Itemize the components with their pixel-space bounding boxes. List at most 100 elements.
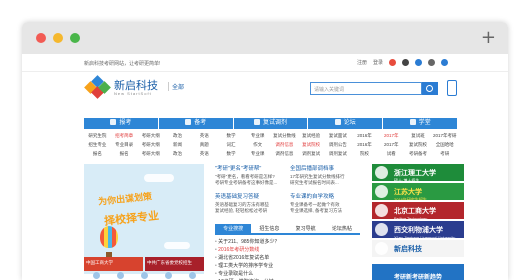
login-link[interactable]: 登录 bbox=[373, 59, 383, 66]
article-title[interactable]: 英语基础复习答疑 bbox=[215, 192, 285, 200]
browser-titlebar: + bbox=[22, 22, 508, 54]
quick-link[interactable]: 考研大纲 bbox=[180, 272, 204, 280]
search-input[interactable]: 请输入关键词 bbox=[310, 82, 422, 95]
sub-nav-link[interactable]: 报名 bbox=[111, 151, 138, 157]
quick-link[interactable]: 招生简章 bbox=[156, 272, 180, 280]
sub-nav-row: 招生专业 专业目录 考研大纲 新闻 真题 词汇 作文 调剂信息 复试院校 调剂公告 2016年 201… bbox=[84, 140, 458, 149]
sub-nav-link[interactable]: 专业目录 bbox=[111, 142, 138, 148]
sub-nav-link[interactable]: 考研大纲 bbox=[137, 151, 164, 157]
news-item[interactable]: 专业录取是什么 bbox=[215, 270, 360, 278]
university-ad[interactable]: 浙江理工大学 硕士·博士招生 bbox=[372, 164, 464, 181]
university-ad[interactable]: 北京工商大学 Beijing Technology bbox=[372, 202, 464, 219]
sub-nav-link[interactable]: 作文 bbox=[244, 142, 271, 148]
sub-nav-link[interactable]: 复试班 bbox=[405, 133, 432, 139]
article-line: 研究生考试报名时间表... bbox=[290, 180, 339, 185]
close-window-button[interactable] bbox=[36, 33, 46, 43]
sub-nav-link[interactable]: 研究生院 bbox=[84, 133, 111, 139]
sub-nav-link[interactable]: 政治 bbox=[164, 133, 191, 139]
sub-nav-link[interactable]: 报名 bbox=[84, 151, 111, 157]
sub-nav-link[interactable]: 调剂信息 bbox=[271, 151, 298, 157]
sub-nav-link[interactable]: 2016年 bbox=[351, 133, 378, 139]
sub-nav-link[interactable]: 英语 bbox=[191, 133, 218, 139]
sub-nav-link[interactable]: 新闻 bbox=[164, 142, 191, 148]
sub-nav-link[interactable]: 2017年 bbox=[378, 142, 405, 148]
sub-nav-link[interactable]: 考研大纲 bbox=[137, 133, 164, 139]
quick-link[interactable]: 院校查询 bbox=[84, 272, 108, 280]
university-ad[interactable]: 西交利物浦大学 Xi'an Jiaotong-Liverpool Universi… bbox=[372, 221, 464, 238]
tab-major-search[interactable]: 专业搜搜 bbox=[215, 224, 252, 233]
news-item[interactable]: 关于211、985你知道多少？ bbox=[215, 238, 360, 246]
sub-nav-link[interactable]: 调剂复试 bbox=[298, 151, 325, 157]
search-button[interactable] bbox=[422, 82, 438, 95]
category-dropdown[interactable]: 全部 bbox=[168, 82, 184, 91]
sub-nav-link[interactable]: 考研 bbox=[431, 151, 458, 157]
news-item[interactable]: 湖北省2016年复试名单 bbox=[215, 254, 360, 262]
sub-nav-link[interactable]: 全国哈哈 bbox=[431, 142, 458, 148]
tab-enrollment[interactable]: 招生信息 bbox=[251, 224, 287, 233]
app-icon[interactable] bbox=[415, 59, 422, 66]
apple-icon[interactable] bbox=[428, 59, 435, 66]
news-item[interactable]: 2016年考研分数线 bbox=[215, 246, 360, 254]
sub-nav-link[interactable]: 考研大纲 bbox=[137, 142, 164, 148]
nav-item-school[interactable]: 学堂 bbox=[383, 118, 458, 129]
university-subtitle: Xi'an Jiaotong-Liverpool University bbox=[394, 235, 456, 238]
logo-icon[interactable] bbox=[84, 75, 112, 99]
promo-tile[interactable]: 中国工商大学 bbox=[84, 257, 143, 271]
article-block[interactable]: 英语基础复习答疑 英语基础复习的方法有哪些 复试经验, 轻轻松松过考研 bbox=[215, 192, 285, 214]
nav-item-baokao[interactable]: 报考 bbox=[84, 118, 159, 129]
register-link[interactable]: 注册 bbox=[357, 59, 367, 66]
quick-link[interactable]: 专业查询 bbox=[132, 272, 156, 280]
sub-nav-link[interactable]: 院校 bbox=[351, 151, 378, 157]
sub-nav-link[interactable]: 复试院校 bbox=[405, 142, 432, 148]
weibo-icon[interactable] bbox=[389, 59, 396, 66]
quick-link-icon bbox=[116, 272, 124, 279]
sub-nav-link[interactable]: 招考简章 bbox=[111, 133, 138, 139]
article-block[interactable]: 全国后播部调档事 17年研究生复试分数线排行 研究生考试报名时间表... bbox=[290, 164, 360, 186]
qq-icon[interactable] bbox=[402, 59, 409, 66]
sub-nav-link[interactable]: 政治 bbox=[164, 151, 191, 157]
cloud-decoration bbox=[144, 174, 174, 182]
article-block[interactable]: "考研"更名"考研帮" "考研"更名，看看考研是怎样? 考研专业考研备考这事好像… bbox=[215, 164, 285, 186]
minimize-window-button[interactable] bbox=[53, 33, 63, 43]
sub-nav-link[interactable]: 英语 bbox=[191, 151, 218, 157]
tab-review[interactable]: 复习导航 bbox=[288, 224, 324, 233]
sub-nav-link[interactable]: 2017年考研 bbox=[431, 133, 458, 139]
university-ad[interactable]: 新启科技 bbox=[372, 240, 464, 257]
sub-nav-link[interactable]: 专业课 bbox=[244, 151, 271, 157]
nav-item-beikao[interactable]: 备考 bbox=[158, 118, 234, 129]
university-ad[interactable]: 江苏大学 2016年研究生招生 bbox=[372, 183, 464, 200]
sub-nav-link[interactable]: 考研备考 bbox=[405, 151, 432, 157]
mobile-icon[interactable] bbox=[447, 80, 457, 96]
sub-nav-link[interactable]: 招生专业 bbox=[84, 142, 111, 148]
sub-nav-link[interactable]: 复试分数线 bbox=[271, 133, 298, 139]
sub-nav-link[interactable]: 数学 bbox=[218, 151, 245, 157]
promo-tile[interactable]: 中共广东省委党校招生 bbox=[145, 257, 204, 271]
nav-label: 报考 bbox=[119, 120, 132, 126]
sub-nav-link[interactable]: 真题 bbox=[191, 142, 218, 148]
article-title[interactable]: 全国后播部调档事 bbox=[290, 164, 360, 172]
nav-item-fushi[interactable]: 复试调剂 bbox=[233, 118, 309, 129]
phone-icon[interactable] bbox=[441, 59, 448, 66]
sub-nav-link[interactable]: 调剂公告 bbox=[324, 142, 351, 148]
article-block[interactable]: 专业课的自学攻略 专业课备考一起做个有效 专业课选择, 备考复习方法 bbox=[290, 192, 360, 214]
news-item[interactable]: 理工类大学的排序学专业 bbox=[215, 262, 360, 270]
article-title[interactable]: 专业课的自学攻略 bbox=[290, 192, 360, 200]
sub-nav-link[interactable]: 数学 bbox=[218, 133, 245, 139]
article-title[interactable]: "考研"更名"考研帮" bbox=[215, 164, 285, 172]
sub-nav-link[interactable]: 试看 bbox=[378, 151, 405, 157]
sub-nav-link[interactable]: 2016年 bbox=[351, 142, 378, 148]
trend-report-banner[interactable]: 考研新考研新趋势首份新生代考研研究报告 bbox=[372, 264, 464, 280]
sub-nav-link[interactable]: 复试院校 bbox=[298, 142, 325, 148]
quick-link[interactable]: 研究生院 bbox=[108, 272, 132, 280]
maximize-window-button[interactable] bbox=[70, 33, 80, 43]
nav-item-forum[interactable]: 论坛 bbox=[308, 118, 384, 129]
sub-nav-link[interactable]: 专业课 bbox=[244, 133, 271, 139]
sub-nav-link[interactable]: 复试经验 bbox=[298, 133, 325, 139]
new-tab-icon[interactable]: + bbox=[481, 27, 496, 48]
sub-nav-link[interactable]: 复试面试 bbox=[324, 133, 351, 139]
sub-nav-link[interactable]: 词汇 bbox=[218, 142, 245, 148]
sub-nav-link[interactable]: 2017年 bbox=[378, 133, 405, 139]
sub-nav-link[interactable]: 调剂复试 bbox=[324, 151, 351, 157]
sub-nav-link[interactable]: 调剂信息 bbox=[271, 142, 298, 148]
tab-forum-hot[interactable]: 论坛热帖 bbox=[324, 224, 360, 233]
